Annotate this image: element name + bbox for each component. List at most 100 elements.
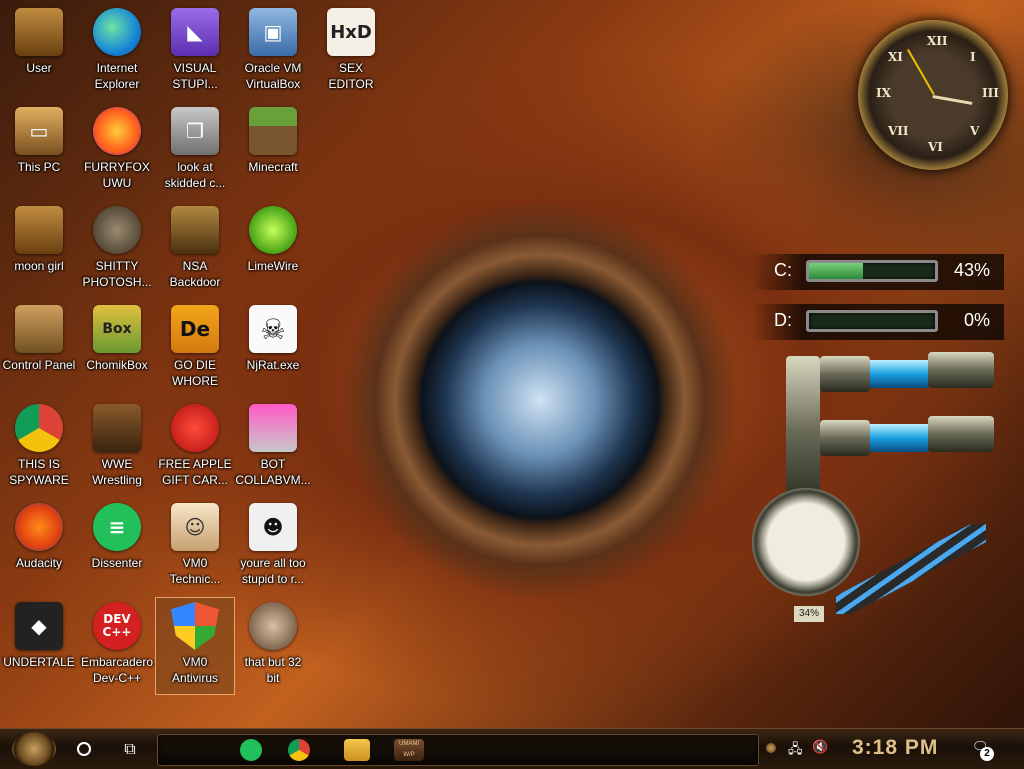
desktop-icon-label: Dissenter [91,556,143,570]
desktop-icon[interactable]: Internet Explorer [78,4,156,100]
desktop-icon[interactable]: ▣ Oracle VM VirtualBox [234,4,312,100]
notification-count-badge: 2 [980,747,994,761]
desktop-icon[interactable]: ≡ Dissenter [78,499,156,595]
desktop-icon-label: that but 32 bit [244,655,302,685]
desktop-icon[interactable]: ❐ look at skidded c... [156,103,234,199]
taskbar-app-wwe[interactable]: UMAMI W/P [394,739,424,761]
desktop-icon[interactable]: LimeWire [234,202,312,298]
taskbar-app-dissenter[interactable] [240,739,262,761]
taskbar: ⧉ UMAMI W/P 🖧 🔇 3:18 PM 🗨 2 [0,728,1024,769]
tray-gear-icon[interactable] [766,743,776,753]
cortana-button[interactable] [70,735,98,763]
desktop-icon-label: Internet Explorer [94,61,140,91]
hour-hand [932,95,973,105]
desktop-icon[interactable]: THIS IS SPYWARE [0,400,78,496]
monitor-icon [249,404,297,452]
cpu-gauge [752,488,860,596]
desktop-icon-label: Control Panel [2,358,76,372]
visual-studio-icon: ◣ [171,8,219,56]
start-button[interactable] [12,732,56,766]
desktop-icon[interactable]: De GO DIE WHORE [156,301,234,397]
desktop-icon[interactable]: Box ChomikBox [78,301,156,397]
clock-gadget: XII I III V VI VII IX XI [858,20,1008,170]
task-view-button[interactable]: ⧉ [116,735,144,763]
tv-icon [93,404,141,452]
desktop-icon[interactable]: FURRYFOX UWU [78,103,156,199]
desktop-icon[interactable]: that but 32 bit [234,598,312,694]
desktop-icon[interactable]: VM0 Antivirus [155,597,235,695]
audacity-icon [15,503,63,551]
desktop-icon-label: moon girl [14,259,64,273]
computer-icon: ▭ [15,107,63,155]
portrait-icon [249,602,297,650]
circle-icon [77,742,91,756]
desktop-icon-label: User [26,61,52,75]
desktop-icon[interactable]: WWE Wrestling [78,400,156,496]
drive-meter-c: C: 43% [752,254,1004,290]
frame-icon [171,206,219,254]
desktop-icon-label: GO DIE WHORE [172,358,218,388]
desktop-icon[interactable]: DEV C++ Embarcadero Dev-C++ [78,598,156,694]
desktop-icon-label: This PC [17,160,61,174]
taskbar-clock[interactable]: 3:18 PM [852,736,938,760]
desktop-icon[interactable]: ☠ NjRat.exe [234,301,312,397]
desktop-icon-label: ChomikBox [86,358,148,372]
devcpp-icon: DEV C++ [93,602,141,650]
desktop-icon[interactable]: NSA Backdoor [156,202,234,298]
technician-icon: ☺ [171,503,219,551]
drive-letter: D: [774,310,792,330]
desktop-icon-label: LimeWire [247,259,299,273]
taskbar-app-file-explorer[interactable] [344,739,370,761]
desktop-icon-label: UNDERTALE [3,655,75,669]
stack-icon: ❐ [171,107,219,155]
folder-icon [15,206,63,254]
gimp-icon [93,206,141,254]
desktop-icon[interactable]: ◆ UNDERTALE [0,598,78,694]
desktop-icon-label: SHITTY PHOTOSH... [82,259,152,289]
drive-percent: 43% [953,260,990,280]
face-icon: ☻ [249,503,297,551]
hxd-icon: HxD [327,8,375,56]
taskbar-app-chrome[interactable] [288,739,310,761]
user-folder-icon [15,8,63,56]
minecraft-icon [249,107,297,155]
desktop-icon-label: Oracle VM VirtualBox [244,61,302,91]
desktop-icon[interactable]: User [0,4,78,100]
drive-usage-bar [806,260,938,282]
desktop-icon[interactable]: HxD SEX EDITOR [312,4,390,100]
task-view-icon: ⧉ [124,739,136,758]
desktop-icon-label: Audacity [15,556,63,570]
desktop-icon[interactable]: Minecraft [234,103,312,199]
cpu-gauge-percent: 34% [794,606,824,622]
desktop-icon-label: VM0 Antivirus [171,655,218,685]
desktop-icon-label: NSA Backdoor [169,259,221,289]
volume-muted-icon[interactable]: 🔇 [812,740,828,755]
desktop-icon[interactable]: ◣ VISUAL STUPI... [156,4,234,100]
apple-icon [171,404,219,452]
desktop-icon-label: Minecraft [248,160,298,174]
chrome-icon [15,404,63,452]
desktop-icon[interactable]: SHITTY PHOTOSH... [78,202,156,298]
drive-letter: C: [774,260,792,280]
desktop-icon[interactable]: BOT COLLABVM... [234,400,312,496]
network-icon[interactable]: 🖧 [788,740,803,762]
skull-icon: ☠ [249,305,297,353]
desktop-icon[interactable]: FREE APPLE GIFT CAR... [156,400,234,496]
desktop-icon[interactable]: Control Panel [0,301,78,397]
desktop-icon[interactable]: moon girl [0,202,78,298]
chomikbox-icon: Box [93,305,141,353]
drive-usage-bar [806,310,938,332]
desktop-icon-label: BOT COLLABVM... [235,457,311,487]
desktop-icon[interactable]: ☺ VM0 Technic... [156,499,234,595]
drive-percent: 0% [963,310,990,330]
desktop-icon[interactable]: ▭ This PC [0,103,78,199]
desktop-icon-label: FREE APPLE GIFT CAR... [158,457,232,487]
drive-meter-d: D: 0% [752,304,1004,340]
minute-hand [907,48,935,95]
de-icon: De [171,305,219,353]
desktop-icon[interactable]: Audacity [0,499,78,595]
taskbar-app-area: UMAMI W/P [157,734,759,766]
desktop-icon-label: WWE Wrestling [92,457,142,487]
desktop-icon-label: VM0 Technic... [169,556,221,586]
desktop-icon[interactable]: ☻ youre all too stupid to r... [234,499,312,595]
